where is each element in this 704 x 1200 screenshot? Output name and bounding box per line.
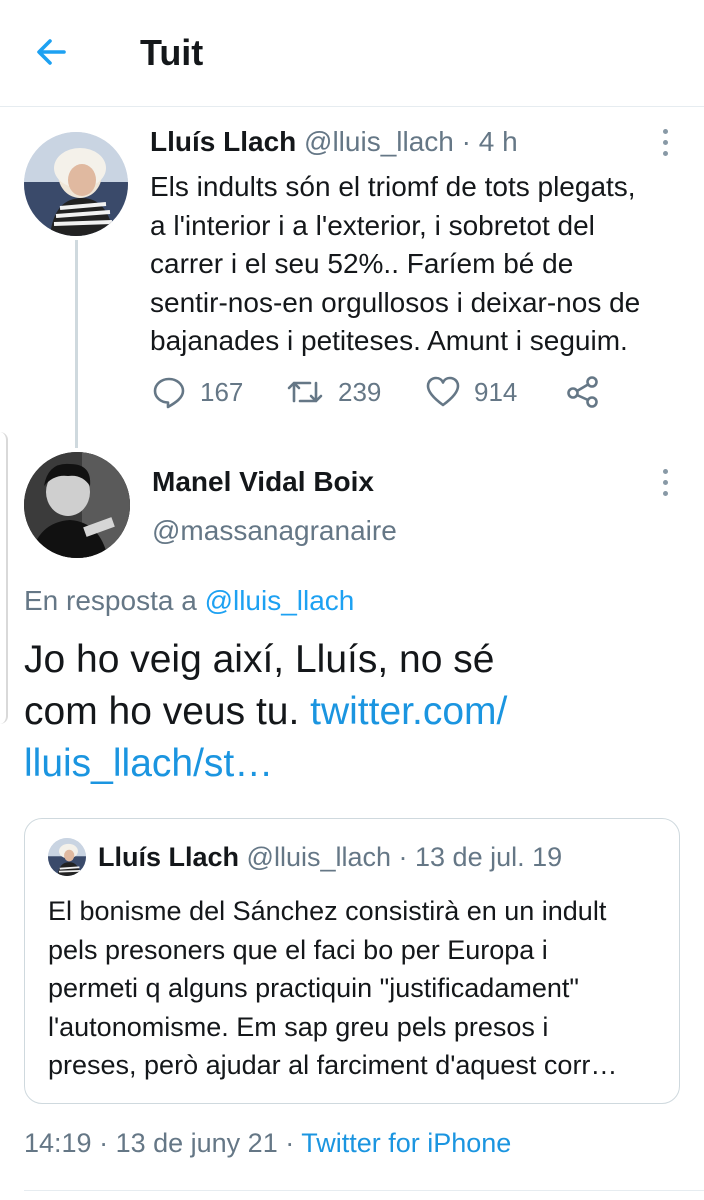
- back-button[interactable]: [30, 30, 74, 74]
- in-reply-to: En resposta a @lluis_llach: [24, 585, 354, 617]
- author-name: Lluís Llach: [98, 842, 240, 872]
- separator: ·: [91, 1128, 116, 1158]
- retweet-button[interactable]: 239: [286, 372, 381, 412]
- reply-count: 167: [200, 376, 244, 407]
- separator: ·: [453, 126, 479, 157]
- more-options-button[interactable]: [656, 466, 676, 500]
- avatar-photo: [24, 132, 128, 236]
- tweet-link[interactable]: lluis_llach/st…: [24, 742, 273, 785]
- separator: ·: [391, 842, 416, 872]
- tweet-text-part: com ho veus tu.: [24, 690, 311, 733]
- in-reply-to-link[interactable]: @lluis_llach: [205, 585, 355, 616]
- share-button[interactable]: [566, 372, 614, 412]
- tweet-meta: 14:19 · 13 de juny 21 · Twitter for iPho…: [24, 1128, 511, 1159]
- separator: ·: [277, 1128, 302, 1158]
- divider: [24, 1190, 704, 1191]
- avatar[interactable]: [24, 452, 130, 558]
- tweet-header: Lluís Llach @lluis_llach · 4 h: [150, 126, 518, 158]
- avatar-photo: [48, 838, 86, 876]
- page-title: Tuit: [140, 32, 204, 73]
- author-handle: @lluis_llach: [246, 842, 392, 872]
- tweet-line: l'autonomisme. Em sap greu pels presos i: [48, 1011, 549, 1042]
- author-handle[interactable]: @lluis_llach: [304, 126, 454, 157]
- tweet-date: 13 de juny 21: [115, 1128, 278, 1158]
- author-name[interactable]: Lluís Llach: [150, 126, 296, 157]
- arrow-left-icon: [37, 39, 66, 65]
- author-handle[interactable]: @massanagranaire: [152, 515, 397, 547]
- reply-button[interactable]: 167: [152, 372, 243, 412]
- heart-icon: [426, 376, 460, 407]
- tweet-line: preses, però ajudar al farciment d'aques…: [48, 1050, 618, 1080]
- retweet-count: 239: [338, 376, 382, 407]
- tweet-line: a l'interior i a l'exterior, i sobretot …: [150, 209, 595, 241]
- tweet-link[interactable]: twitter.com/: [310, 690, 507, 733]
- avatar: [48, 838, 86, 876]
- tweet-line: El bonisme del Sánchez consistirà en un …: [48, 896, 607, 926]
- author-name[interactable]: Manel Vidal Boix: [152, 466, 374, 498]
- tweet-line: Els indults són el triomf de tots plegat…: [150, 171, 636, 202]
- tweet-time[interactable]: 4 h: [479, 126, 518, 157]
- share-icon: [567, 376, 598, 408]
- tweet-line: sentir-nos-en orgullosos i deixar-nos de: [150, 286, 641, 318]
- tweet-text: Els indults són el triomf de tots plegat…: [150, 168, 680, 361]
- thread-connector: [75, 240, 78, 448]
- quoted-tweet-header: Lluís Llach @lluis_llach · 13 de jul. 19: [98, 842, 562, 873]
- tweet-source-link[interactable]: Twitter for iPhone: [301, 1128, 511, 1158]
- more-options-button[interactable]: [656, 126, 676, 160]
- like-count: 914: [474, 376, 518, 407]
- tweet-date: 13 de jul. 19: [415, 842, 563, 872]
- tweet-line: permeti q alguns practiquin "justificada…: [48, 973, 579, 1003]
- tweet-line: pels presoners que el faci bo per Europa…: [48, 934, 548, 965]
- top-bar: [0, 0, 704, 107]
- reply-icon: [153, 377, 185, 409]
- avatar[interactable]: [24, 132, 128, 236]
- tweet-line: bajanades i petiteses. Amunt i seguim.: [150, 325, 628, 356]
- retweet-icon: [287, 381, 323, 403]
- tweet-text: Jo ho veig així, Lluís, no sé com ho veu…: [24, 634, 684, 790]
- tweet-line: carrer i el seu 52%.. Faríem bé de: [150, 248, 574, 279]
- quoted-tweet-text: El bonisme del Sánchez consistirà en un …: [48, 892, 668, 1085]
- like-button[interactable]: 914: [426, 372, 517, 412]
- in-reply-to-label: En resposta a: [24, 585, 205, 616]
- avatar-photo: [24, 452, 130, 558]
- tweet-line: com ho veus tu. twitter.com/: [24, 686, 684, 738]
- focus-edge-indicator: [0, 432, 8, 724]
- tweet-line: Jo ho veig així, Lluís, no sé: [24, 638, 495, 681]
- tweet-time: 14:19: [24, 1128, 92, 1158]
